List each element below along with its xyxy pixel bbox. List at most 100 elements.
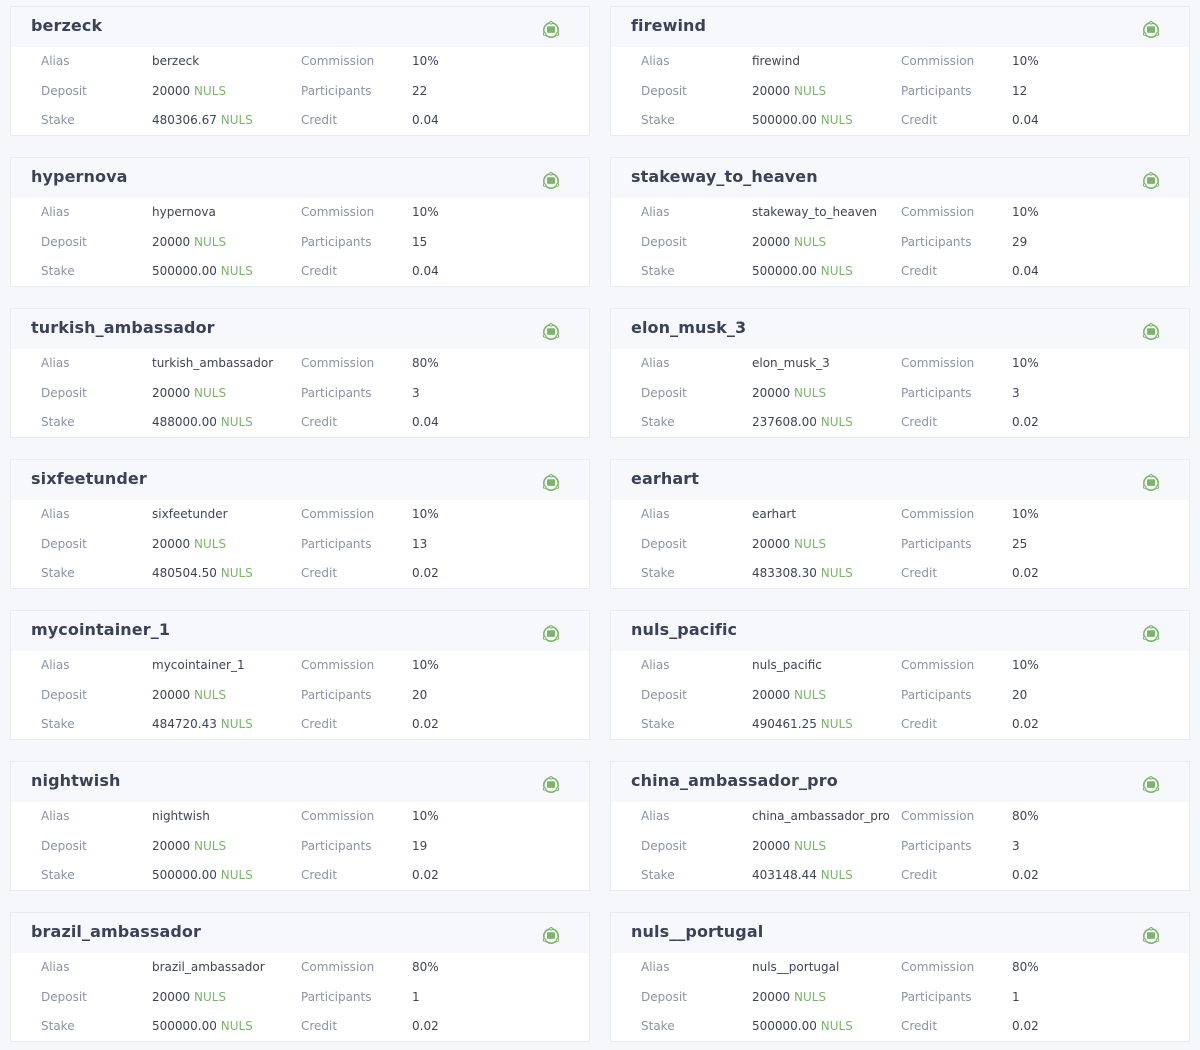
stake-row: Stake 483308.30 NULS Credit 0.02 <box>611 563 1189 583</box>
alias-label: Alias <box>41 54 70 68</box>
commission-value: 10% <box>412 658 439 672</box>
stake-label: Stake <box>41 1019 75 1033</box>
alias-label: Alias <box>641 960 670 974</box>
credit-value: 0.04 <box>1012 264 1039 278</box>
commission-value: 10% <box>412 54 439 68</box>
stake-unit: NULS <box>820 717 853 731</box>
credit-value: 0.02 <box>412 868 439 882</box>
deposit-unit: NULS <box>794 537 827 551</box>
deposit-value: 20000 <box>152 84 191 98</box>
credit-label: Credit <box>301 566 338 580</box>
stake-row: Stake 500000.00 NULS Credit 0.02 <box>11 865 589 885</box>
deposit-row: Deposit 20000 NULS Participants 1 <box>11 987 589 1007</box>
node-card[interactable]: nuls__portugal Alias nuls__portugal Comm… <box>610 912 1190 1042</box>
credit-value: 0.02 <box>412 717 439 731</box>
node-name[interactable]: firewind <box>631 16 706 35</box>
node-name[interactable]: turkish_ambassador <box>31 318 215 337</box>
node-card-header: sixfeetunder <box>11 460 589 500</box>
alias-row: Alias earhart Commission 10% <box>611 504 1189 524</box>
node-card[interactable]: earhart Alias earhart Commission 10% Dep… <box>610 459 1190 589</box>
node-name[interactable]: sixfeetunder <box>31 469 147 488</box>
commission-value: 10% <box>1012 507 1039 521</box>
node-card-body: Alias sixfeetunder Commission 10% Deposi… <box>11 500 589 588</box>
commission-label: Commission <box>901 960 975 974</box>
node-name[interactable]: earhart <box>631 469 699 488</box>
alias-value: nuls_pacific <box>752 658 822 672</box>
node-name[interactable]: nuls_pacific <box>631 620 737 639</box>
node-name[interactable]: nuls__portugal <box>631 922 763 941</box>
alias-value: hypernova <box>152 205 216 219</box>
deposit-value: 20000 <box>152 990 191 1004</box>
participants-label: Participants <box>301 839 372 853</box>
deposit-label: Deposit <box>41 537 87 551</box>
node-card-header: nuls_pacific <box>611 611 1189 651</box>
commission-label: Commission <box>301 658 375 672</box>
stake-value-group: 484720.43 NULS <box>152 714 253 734</box>
participants-value: 15 <box>412 235 428 249</box>
alias-label: Alias <box>641 205 670 219</box>
deposit-unit: NULS <box>794 990 827 1004</box>
alias-row: Alias nuls_pacific Commission 10% <box>611 655 1189 675</box>
deposit-row: Deposit 20000 NULS Participants 15 <box>11 232 589 252</box>
credit-label: Credit <box>301 113 338 127</box>
stake-value-group: 480306.67 NULS <box>152 110 253 130</box>
stake-row: Stake 500000.00 NULS Credit 0.04 <box>611 261 1189 281</box>
credit-value: 0.04 <box>412 415 439 429</box>
deposit-row: Deposit 20000 NULS Participants 19 <box>11 836 589 856</box>
node-card[interactable]: mycointainer_1 Alias mycointainer_1 Comm… <box>10 610 590 740</box>
node-card-body: Alias nuls__portugal Commission 80% Depo… <box>611 953 1189 1041</box>
alias-row: Alias turkish_ambassador Commission 80% <box>11 353 589 373</box>
stake-label: Stake <box>641 1019 675 1033</box>
node-name[interactable]: stakeway_to_heaven <box>631 167 818 186</box>
credit-value: 0.04 <box>412 113 439 127</box>
stake-value: 403148.44 <box>752 868 817 882</box>
alias-label: Alias <box>41 809 70 823</box>
node-name[interactable]: elon_musk_3 <box>631 318 746 337</box>
deposit-value-group: 20000 NULS <box>152 685 226 705</box>
consensus-node-icon <box>542 927 560 944</box>
stake-unit: NULS <box>820 264 853 278</box>
deposit-value: 20000 <box>152 386 191 400</box>
node-card[interactable]: china_ambassador_pro Alias china_ambassa… <box>610 761 1190 891</box>
participants-value: 25 <box>1012 537 1028 551</box>
node-card[interactable]: elon_musk_3 Alias elon_musk_3 Commission… <box>610 308 1190 438</box>
stake-unit: NULS <box>220 264 253 278</box>
deposit-label: Deposit <box>641 537 687 551</box>
node-name[interactable]: hypernova <box>31 167 128 186</box>
node-name[interactable]: brazil_ambassador <box>31 922 201 941</box>
node-card[interactable]: stakeway_to_heaven Alias stakeway_to_hea… <box>610 157 1190 287</box>
node-card[interactable]: hypernova Alias hypernova Commission 10%… <box>10 157 590 287</box>
participants-label: Participants <box>901 990 972 1004</box>
alias-label: Alias <box>641 809 670 823</box>
node-card[interactable]: nuls_pacific Alias nuls_pacific Commissi… <box>610 610 1190 740</box>
alias-value: china_ambassador_pro <box>752 809 890 823</box>
consensus-node-icon <box>1142 172 1160 189</box>
node-card[interactable]: berzeck Alias berzeck Commission 10% Dep… <box>10 6 590 136</box>
node-card-header: china_ambassador_pro <box>611 762 1189 802</box>
node-name[interactable]: china_ambassador_pro <box>631 771 838 790</box>
stake-value: 488000.00 <box>152 415 217 429</box>
node-card[interactable]: sixfeetunder Alias sixfeetunder Commissi… <box>10 459 590 589</box>
stake-value-group: 500000.00 NULS <box>152 261 253 281</box>
node-card[interactable]: turkish_ambassador Alias turkish_ambassa… <box>10 308 590 438</box>
alias-row: Alias nightwish Commission 10% <box>11 806 589 826</box>
node-name[interactable]: mycointainer_1 <box>31 620 170 639</box>
node-name[interactable]: berzeck <box>31 16 102 35</box>
deposit-unit: NULS <box>194 537 227 551</box>
credit-label: Credit <box>301 415 338 429</box>
stake-row: Stake 237608.00 NULS Credit 0.02 <box>611 412 1189 432</box>
node-card[interactable]: brazil_ambassador Alias brazil_ambassado… <box>10 912 590 1042</box>
node-card[interactable]: firewind Alias firewind Commission 10% D… <box>610 6 1190 136</box>
stake-label: Stake <box>641 113 675 127</box>
node-card-body: Alias mycointainer_1 Commission 10% Depo… <box>11 651 589 739</box>
deposit-value-group: 20000 NULS <box>752 383 826 403</box>
node-card-header: earhart <box>611 460 1189 500</box>
stake-unit: NULS <box>820 113 853 127</box>
participants-label: Participants <box>301 688 372 702</box>
participants-label: Participants <box>901 537 972 551</box>
node-card[interactable]: nightwish Alias nightwish Commission 10%… <box>10 761 590 891</box>
participants-value: 3 <box>1012 386 1020 400</box>
credit-value: 0.02 <box>1012 868 1039 882</box>
stake-value: 480306.67 <box>152 113 217 127</box>
node-name[interactable]: nightwish <box>31 771 120 790</box>
